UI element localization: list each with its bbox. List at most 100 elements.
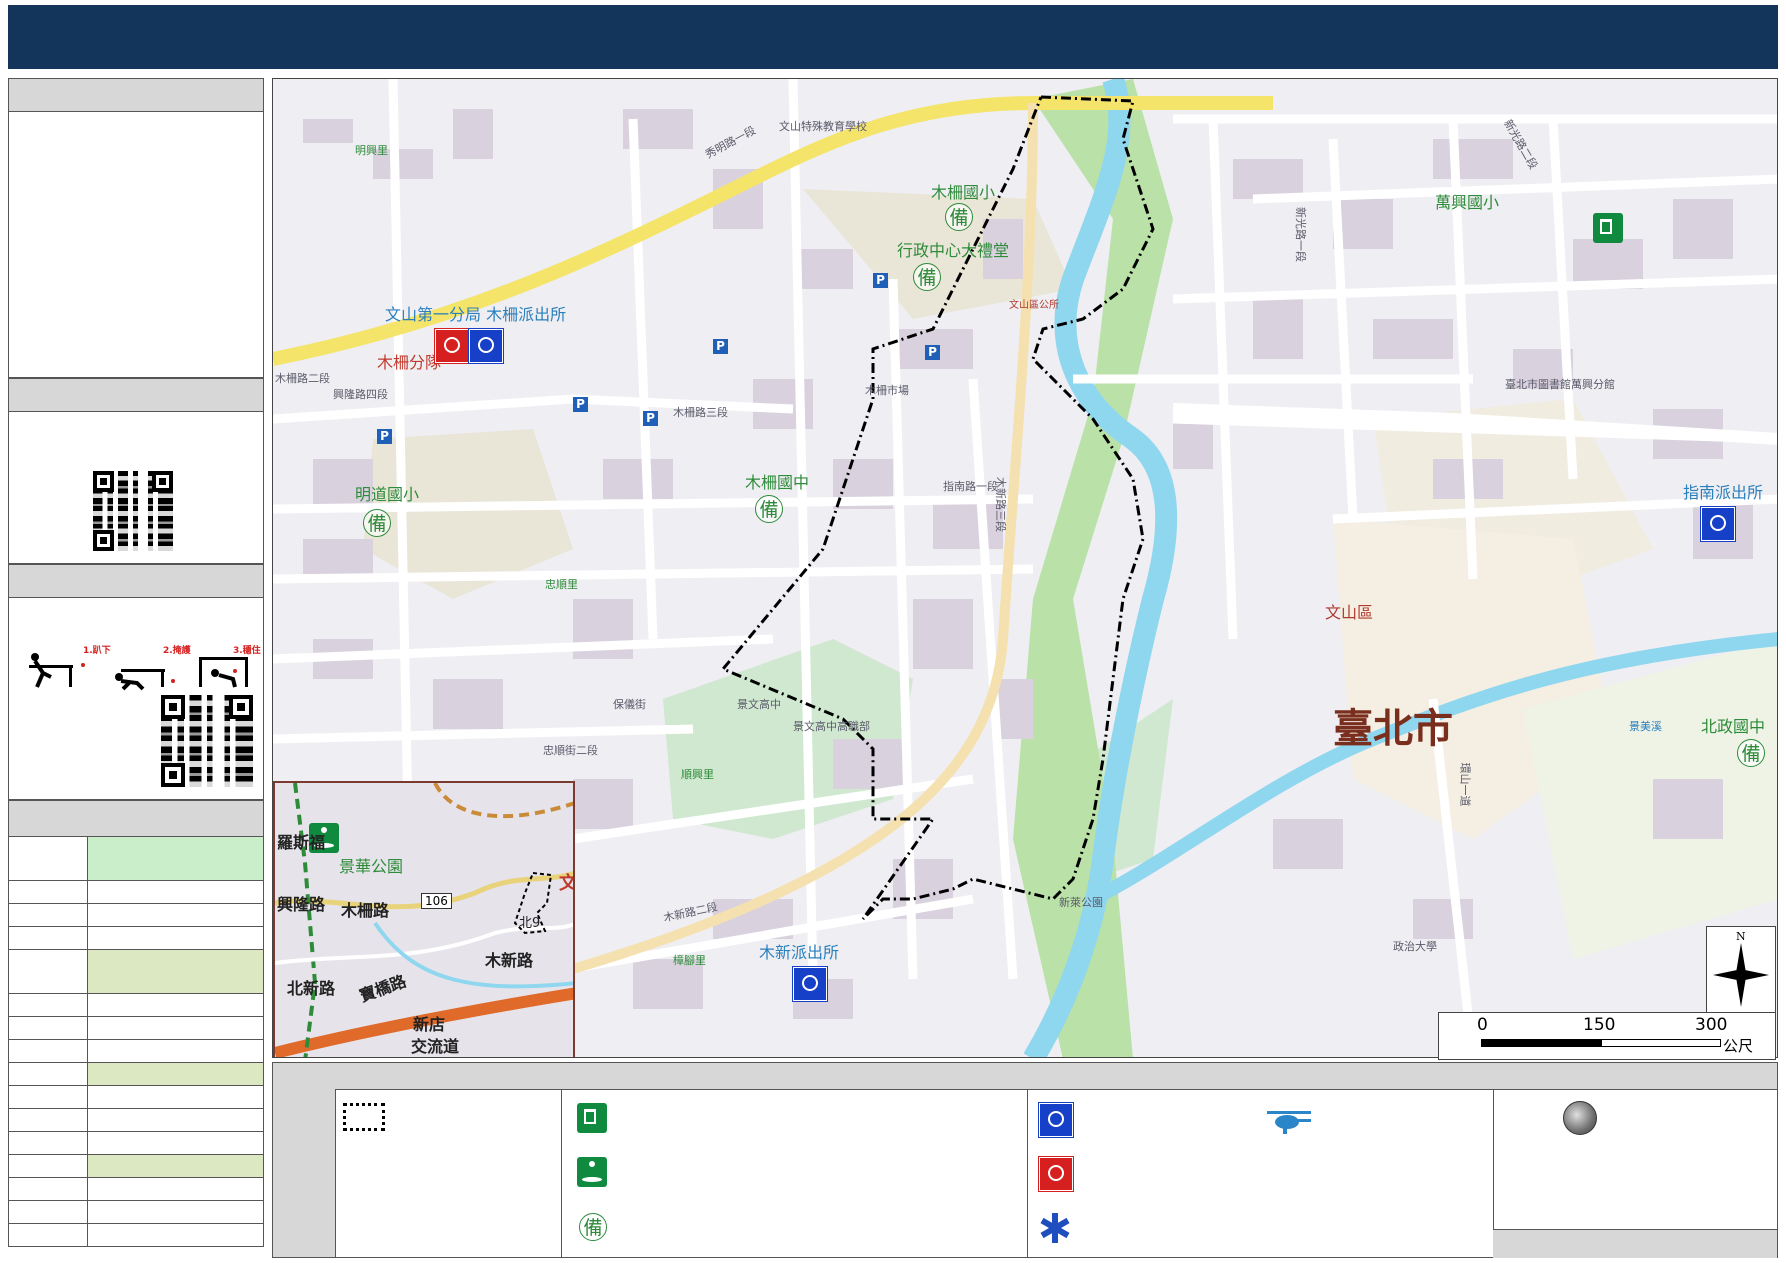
inset-label-park: 景華公園 bbox=[339, 857, 404, 876]
qr-code[interactable] bbox=[93, 471, 173, 551]
shelter-icon[interactable] bbox=[1593, 213, 1623, 243]
parking-icon: P bbox=[377, 429, 392, 444]
sidebar-section-2-heading bbox=[9, 379, 263, 412]
inset-label-xinglong: 興隆路 bbox=[277, 895, 326, 914]
map-label-wenshan-ps: 文山區公所 bbox=[1009, 300, 1059, 311]
map-label-muzha-jh: 木柵國中 bbox=[745, 473, 810, 492]
standby-shelter-icon[interactable]: 備 bbox=[913, 263, 941, 291]
table-cell bbox=[8, 836, 88, 881]
map-label-wenshan-special: 文山特殊教育學校 bbox=[779, 120, 867, 133]
table-cell bbox=[87, 903, 264, 927]
map-label-xinglong4: 興隆路四段 bbox=[333, 388, 388, 401]
table-cell bbox=[87, 949, 264, 994]
map-label-admin-hall: 行政中心大禮堂 bbox=[897, 241, 1010, 260]
map-label-jingwen-main: 景文高中高職部 bbox=[793, 720, 870, 733]
legend-column-3 bbox=[1027, 1063, 1494, 1257]
inset-label-muxin: 木新路 bbox=[485, 951, 534, 970]
ambulance-star-of-life-icon bbox=[1040, 1213, 1070, 1243]
inset-label-bei9: 北9 bbox=[519, 916, 541, 931]
inset-label-jiao: 交流道 bbox=[411, 1037, 460, 1056]
inset-label-muzha: 木柵路 bbox=[341, 901, 390, 920]
scale-tick-300: 300 bbox=[1695, 1015, 1728, 1035]
map-label-zhinan1: 指南路一段 bbox=[943, 480, 998, 493]
map-label-muzha-rd2: 木柵路二段 bbox=[275, 372, 330, 385]
drill-step-2: 2.掩護 bbox=[163, 646, 191, 656]
table-cell bbox=[87, 880, 264, 904]
table-cell bbox=[8, 1177, 88, 1201]
legend-heading-1 bbox=[335, 1063, 561, 1090]
inset-label-wen: 文 bbox=[559, 875, 573, 893]
parking-icon: P bbox=[925, 345, 940, 360]
table-cell bbox=[8, 926, 88, 950]
map-label-huanshan: 環山一道 bbox=[1458, 762, 1472, 807]
inset-label-beixin: 北新路 bbox=[287, 979, 336, 998]
legend-footer bbox=[1493, 1229, 1777, 1258]
fire-station-icon[interactable] bbox=[435, 329, 469, 363]
table-cell bbox=[8, 949, 88, 994]
table-cell bbox=[8, 1039, 88, 1063]
scale-tick-150: 150 bbox=[1583, 1015, 1616, 1035]
legend-title bbox=[273, 1063, 335, 1257]
map-label-taipei-city: 臺北市 bbox=[1333, 706, 1453, 752]
qr-code-drill[interactable] bbox=[161, 695, 253, 787]
legend: 備 bbox=[272, 1062, 1778, 1258]
table-cell bbox=[8, 903, 88, 927]
map-label-jingwen-hs: 景文高中 bbox=[737, 698, 781, 711]
standby-shelter-icon[interactable]: 備 bbox=[945, 203, 973, 231]
shelter-legend-icon bbox=[577, 1103, 607, 1133]
police-station-icon[interactable] bbox=[469, 329, 503, 363]
title-bar bbox=[8, 5, 1778, 69]
table-cell bbox=[8, 1085, 88, 1109]
sidebar-section-4-heading bbox=[9, 801, 263, 836]
map-label-baoyi: 保儀街 bbox=[613, 698, 646, 711]
sidebar-section-2 bbox=[8, 378, 264, 564]
table-cell bbox=[8, 880, 88, 904]
map-label-zhongshun2: 忠順街二段 bbox=[543, 744, 598, 757]
legend-heading-3 bbox=[1027, 1063, 1493, 1090]
map-label-mingdao-elem: 明道國小 bbox=[355, 485, 420, 504]
scale-tick-0: 0 bbox=[1477, 1015, 1488, 1035]
police-station-icon[interactable] bbox=[793, 967, 827, 1001]
table-cell bbox=[87, 1131, 264, 1155]
table-cell bbox=[87, 1016, 264, 1040]
map-label-zhengda: 政治大學 bbox=[1393, 940, 1437, 953]
drill-step-3: 3.穩住 bbox=[233, 646, 261, 656]
map-label-beizheng-jh: 北政國中 bbox=[1701, 717, 1766, 736]
drill-step-1: 1.趴下 bbox=[83, 646, 111, 656]
standby-shelter-icon[interactable]: 備 bbox=[1737, 739, 1765, 767]
inset-label-xindian: 新店 bbox=[413, 1015, 446, 1034]
police-station-icon[interactable] bbox=[1701, 507, 1735, 541]
table-cell bbox=[8, 1154, 88, 1178]
legend-heading-4 bbox=[1493, 1063, 1777, 1090]
inset-label-106: 106 bbox=[421, 893, 452, 909]
main-map[interactable]: 木柵國小 行政中心大禮堂 萬興國小 文山第一分局 木柵派出所 木柵分隊 明道國小… bbox=[272, 78, 1778, 1058]
evacuation-legend-icon bbox=[577, 1157, 607, 1187]
table-cell bbox=[8, 1108, 88, 1132]
scale-unit: 公尺 bbox=[1723, 1037, 1754, 1055]
earthquake-drill-illustration: 1.趴下 2.掩護 3.穩住 bbox=[23, 646, 261, 691]
map-label-wanxing-library: 臺北市圖書館萬興分館 bbox=[1505, 378, 1615, 391]
map-label-zhinan-police: 指南派出所 bbox=[1683, 483, 1764, 502]
sidebar-section-3: 1.趴下 2.掩護 3.穩住 bbox=[8, 564, 264, 800]
map-label-zhongshun: 忠順里 bbox=[545, 578, 578, 591]
gray-circle-icon bbox=[1563, 1101, 1597, 1135]
map-label-muxin-police: 木新派出所 bbox=[759, 943, 840, 962]
legend-column-1 bbox=[335, 1063, 562, 1257]
standby-shelter-icon[interactable]: 備 bbox=[755, 495, 783, 523]
map-label-jingmei: 景美溪 bbox=[1629, 720, 1662, 733]
parking-icon: P bbox=[713, 339, 728, 354]
map-label-shunxing: 順興里 bbox=[681, 768, 714, 781]
legend-column-2: 備 bbox=[561, 1063, 1028, 1257]
table-cell bbox=[87, 1223, 264, 1247]
map-label-muxin-park: 新萊公園 bbox=[1059, 896, 1103, 909]
table-cell bbox=[87, 1108, 264, 1132]
table-cell bbox=[87, 1200, 264, 1224]
map-label-wanxing-elem: 萬興國小 bbox=[1435, 193, 1500, 212]
inset-map[interactable]: 景華公園 木柵路 106 興隆路 北新路 木新路 寶橋路 新店 交流道 羅斯福 … bbox=[273, 781, 575, 1057]
sidebar-section-1 bbox=[8, 78, 264, 378]
table-cell bbox=[8, 993, 88, 1017]
standby-shelter-icon[interactable]: 備 bbox=[363, 509, 391, 537]
table-cell bbox=[8, 1223, 88, 1247]
map-label-muzha-elem: 木柵國小 bbox=[931, 183, 996, 202]
boundary-legend-icon bbox=[343, 1103, 385, 1131]
